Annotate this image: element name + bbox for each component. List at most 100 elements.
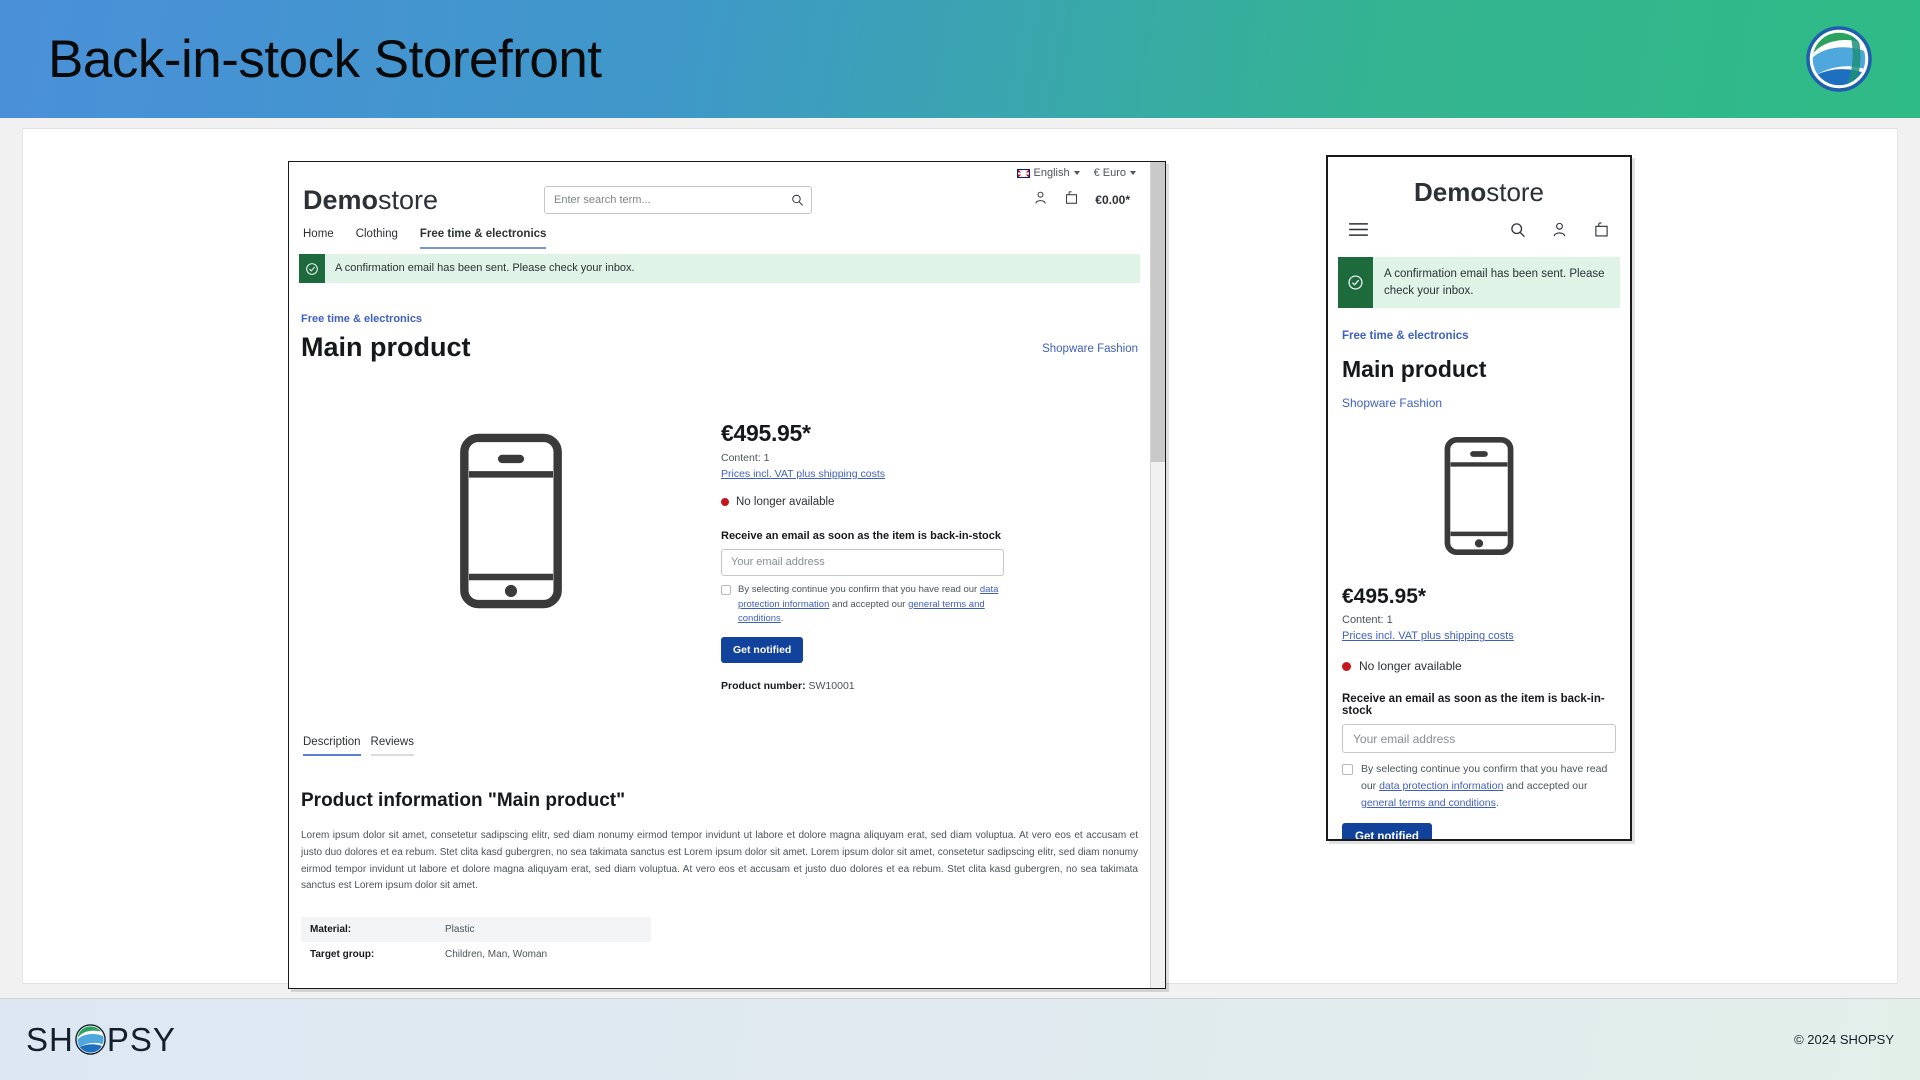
product-title: Main product — [301, 332, 471, 363]
mobile-product-content: Content: 1 — [1342, 614, 1393, 627]
notify-form-label: Receive an email as soon as the item is … — [721, 529, 1002, 542]
product-content: Content: 1 — [721, 451, 770, 464]
cart-total[interactable]: €0.00* — [1095, 193, 1130, 207]
property-key: Material: — [310, 924, 352, 936]
tab-reviews[interactable]: Reviews — [370, 736, 414, 756]
shop-logo-light: store — [378, 184, 439, 215]
check-circle-icon — [1338, 257, 1373, 309]
mobile-terms-conditions-link[interactable]: general terms and conditions — [1361, 797, 1496, 809]
shop-navigation: Home Clothing Free time & electronics — [289, 228, 1150, 249]
preview-area: English € Euro Demostore Enter search te… — [22, 128, 1898, 989]
nav-item-home[interactable]: Home — [303, 228, 334, 249]
table-row: Material: Plastic — [301, 917, 651, 943]
mobile-consent-part-3: . — [1495, 796, 1499, 809]
page-footer: SH PSY © 2024 SHOPSY — [0, 998, 1920, 1080]
shop-header: Demostore Enter search term... €0.00* — [289, 182, 1150, 228]
account-icon[interactable] — [1551, 221, 1568, 243]
page-banner: Back-in-stock Storefront — [0, 0, 1920, 118]
mobile-consent-part-2: and accepted our — [1503, 780, 1588, 793]
mobile-vat-shipping-link[interactable]: Prices incl. VAT plus shipping costs — [1342, 630, 1514, 642]
desktop-viewport: English € Euro Demostore Enter search te… — [289, 162, 1150, 988]
desktop-scrollbar[interactable] — [1150, 162, 1165, 988]
mobile-stock-status-row: No longer available — [1342, 659, 1616, 673]
buy-box: €495.95* Content: 1 Prices incl. VAT plu… — [721, 386, 1138, 692]
mobile-email-field[interactable]: Your email address — [1342, 724, 1616, 754]
description-heading: Product information "Main product" — [301, 789, 626, 811]
page-title: Back-in-stock Storefront — [48, 29, 602, 89]
consent-text: By selecting continue you confirm that y… — [738, 583, 1006, 627]
chevron-down-icon — [1073, 171, 1080, 175]
mobile-alert-message: A confirmation email has been sent. Plea… — [1384, 268, 1605, 297]
mobile-data-protection-link[interactable]: data protection information — [1379, 780, 1503, 792]
product-detail-wrapper: Free time & electronics Main product Sho… — [289, 283, 1150, 967]
mobile-product-title: Main product — [1342, 356, 1487, 383]
breadcrumb[interactable]: Free time & electronics — [301, 283, 1138, 331]
product-number-label: Product number: — [721, 679, 806, 692]
hamburger-menu-icon[interactable] — [1348, 222, 1369, 242]
footer-brand: SH PSY — [26, 1021, 176, 1059]
scrollbar-thumb[interactable] — [1151, 162, 1165, 462]
mobile-shop-logo[interactable]: Demostore — [1328, 157, 1630, 205]
shopping-bag-icon[interactable] — [1064, 190, 1079, 210]
mobile-email-placeholder: Your email address — [1353, 731, 1456, 746]
footer-brand-after: PSY — [106, 1020, 176, 1058]
search-input[interactable]: Enter search term... — [544, 186, 813, 214]
mobile-manufacturer-link[interactable]: Shopware Fashion — [1342, 396, 1616, 410]
chevron-down-icon — [1130, 171, 1136, 175]
vat-shipping-link[interactable]: Prices incl. VAT plus shipping costs — [721, 468, 885, 480]
product-tabs: Description Reviews — [301, 736, 1138, 756]
shopsy-circle-logo-icon — [1806, 26, 1872, 92]
description-body: Lorem ipsum dolor sit amet, consetetur s… — [301, 829, 1138, 892]
stock-status-row: No longer available — [721, 496, 1128, 508]
shop-logo-bold: Demo — [303, 184, 379, 215]
property-value: Plastic — [445, 924, 475, 936]
smartphone-product-image-icon — [1441, 436, 1517, 561]
status-dot-icon — [721, 497, 729, 506]
mobile-product-gallery[interactable] — [1342, 410, 1616, 585]
mobile-shop-logo-light: store — [1486, 177, 1545, 207]
mobile-consent-row: By selecting continue you confirm that y… — [1342, 761, 1616, 811]
consent-checkbox[interactable] — [721, 584, 731, 595]
language-label: English — [1033, 167, 1070, 179]
account-icon[interactable] — [1033, 190, 1048, 210]
mobile-preview-panel: Demostore A confirmation email has been … — [1326, 155, 1632, 841]
footer-brand-before: SH — [26, 1020, 74, 1058]
status-dot-icon — [1342, 661, 1351, 671]
mobile-success-alert: A confirmation email has been sent. Plea… — [1338, 257, 1620, 309]
search-icon[interactable] — [1510, 222, 1526, 243]
uk-flag-icon — [1016, 168, 1030, 178]
locale-bar: English € Euro — [289, 162, 1150, 182]
language-selector[interactable]: English — [1016, 167, 1080, 179]
nav-item-free-time-electronics[interactable]: Free time & electronics — [419, 228, 547, 249]
currency-selector[interactable]: € Euro — [1094, 167, 1136, 179]
header-actions: €0.00* — [1033, 190, 1136, 210]
nav-item-clothing[interactable]: Clothing — [356, 228, 398, 249]
shop-logo[interactable]: Demostore — [303, 184, 439, 215]
alert-message: A confirmation email has been sent. Plea… — [335, 262, 635, 274]
manufacturer-link[interactable]: Shopware Fashion — [1042, 331, 1138, 355]
product-gallery[interactable] — [301, 386, 721, 692]
product-main: €495.95* Content: 1 Prices incl. VAT plu… — [301, 364, 1138, 692]
mobile-icons-right — [1510, 221, 1610, 243]
consent-part-3: . — [780, 613, 784, 625]
mobile-get-notified-button[interactable]: Get notified — [1342, 822, 1432, 839]
consent-row: By selecting continue you confirm that y… — [721, 583, 1006, 627]
shopping-bag-icon[interactable] — [1593, 221, 1610, 243]
search-icon[interactable] — [791, 194, 804, 207]
product-properties-table: Material: Plastic Target group: Children… — [301, 917, 651, 967]
consent-part-1: By selecting continue you confirm that y… — [738, 583, 980, 595]
tab-description[interactable]: Description — [303, 736, 361, 756]
mobile-product-price: €495.95* — [1342, 585, 1427, 609]
product-price: €495.95* — [721, 419, 811, 446]
mobile-consent-checkbox[interactable] — [1342, 764, 1353, 776]
email-field[interactable]: Your email address — [721, 548, 1004, 576]
get-notified-button[interactable]: Get notified — [721, 636, 804, 663]
product-number-value: SW10001 — [808, 679, 855, 692]
smartphone-product-image-icon — [455, 432, 567, 615]
mobile-breadcrumb[interactable]: Free time & electronics — [1342, 308, 1616, 342]
property-value: Children, Man, Woman — [445, 949, 548, 961]
mobile-icon-bar — [1328, 205, 1630, 257]
mobile-notify-form-label: Receive an email as soon as the item is … — [1342, 693, 1605, 718]
footer-copyright: © 2024 SHOPSY — [1794, 1032, 1894, 1047]
mobile-shop-logo-bold: Demo — [1413, 177, 1487, 207]
